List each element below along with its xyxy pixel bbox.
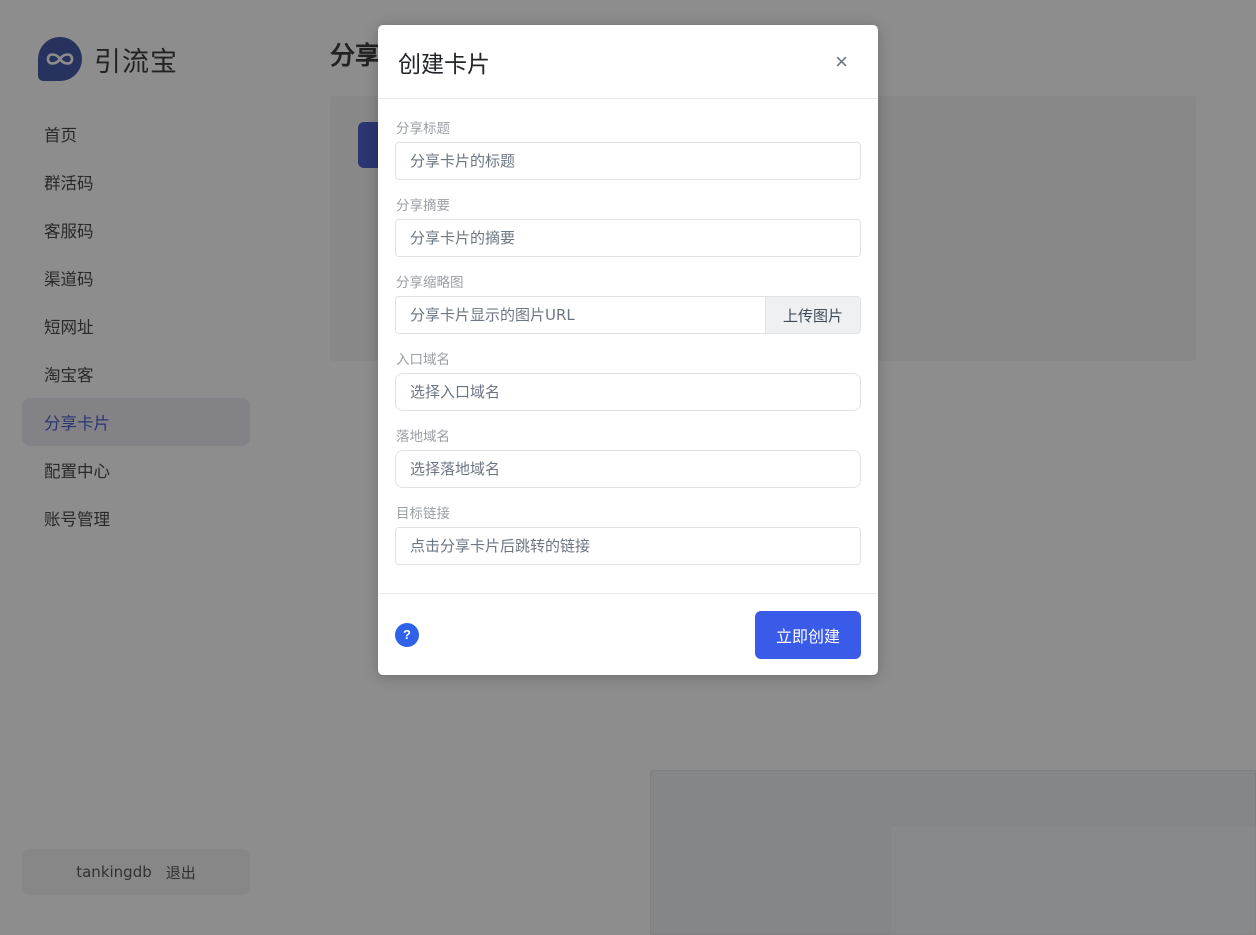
modal-header: 创建卡片 × (378, 25, 878, 99)
field-target-link: 目标链接 (395, 502, 861, 565)
field-label: 目标链接 (395, 502, 861, 522)
thumbnail-input-group: 上传图片 (395, 296, 861, 334)
field-entry-domain: 入口域名 (395, 348, 861, 411)
close-icon[interactable]: × (829, 47, 854, 77)
create-card-modal: 创建卡片 × 分享标题 分享摘要 分享缩略图 上传图片 入口域名 (378, 25, 878, 675)
modal-footer: ? 立即创建 (378, 593, 878, 675)
modal-title: 创建卡片 (398, 45, 490, 79)
app-root: 引流宝 首页 群活码 客服码 渠道码 短网址 淘宝客 (0, 0, 1256, 935)
field-label: 分享缩略图 (395, 271, 861, 291)
upload-image-button[interactable]: 上传图片 (765, 296, 861, 334)
modal-body: 分享标题 分享摘要 分享缩略图 上传图片 入口域名 落地域名 (378, 99, 878, 593)
field-label: 分享摘要 (395, 194, 861, 214)
share-thumbnail-input[interactable] (395, 296, 765, 334)
field-label: 分享标题 (395, 117, 861, 137)
share-summary-input[interactable] (395, 219, 861, 257)
field-share-thumbnail: 分享缩略图 上传图片 (395, 271, 861, 334)
field-label: 落地域名 (395, 425, 861, 445)
field-landing-domain: 落地域名 (395, 425, 861, 488)
landing-domain-select[interactable] (395, 450, 861, 488)
target-link-input[interactable] (395, 527, 861, 565)
share-title-input[interactable] (395, 142, 861, 180)
field-share-title: 分享标题 (395, 117, 861, 180)
field-share-summary: 分享摘要 (395, 194, 861, 257)
field-label: 入口域名 (395, 348, 861, 368)
submit-create-button[interactable]: 立即创建 (755, 611, 861, 659)
entry-domain-select[interactable] (395, 373, 861, 411)
help-icon[interactable]: ? (395, 623, 419, 647)
